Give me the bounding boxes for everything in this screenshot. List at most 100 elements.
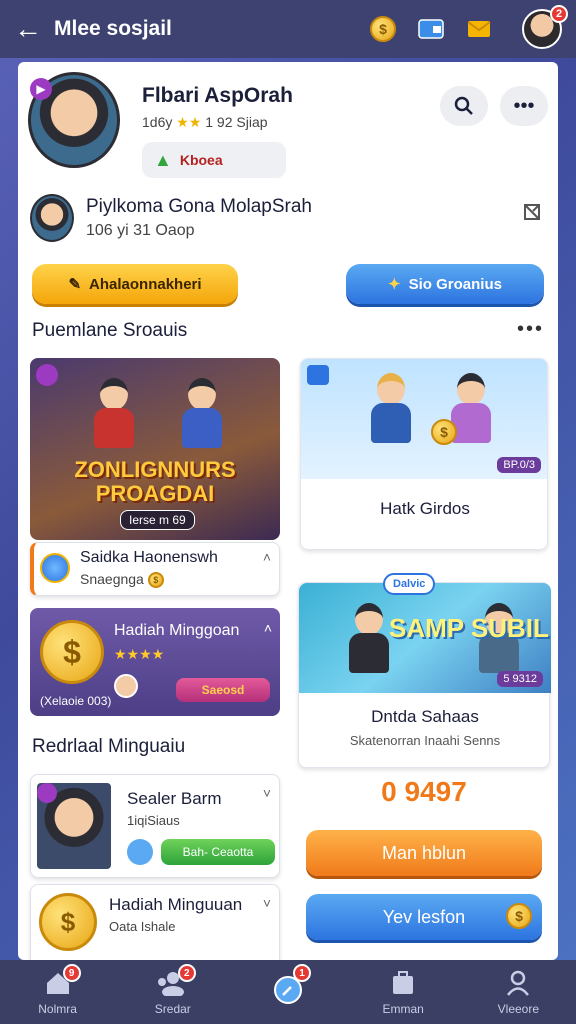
list-item-subtitle: Snaegnga $ [80, 571, 164, 589]
list-item[interactable]: Saidka Haonenswh Snaegnga $ ˄ [30, 542, 280, 596]
profile-stats: 1d6y ★★ 1 92 Sjiap [142, 114, 268, 131]
chevron-up-icon[interactable]: ˄ [263, 549, 271, 565]
tv-icon [307, 365, 329, 385]
profile-stats-text: 1d6y [142, 114, 173, 130]
profile-stats-tail: 1 92 Sjiap [205, 114, 268, 130]
showcase-stamp: SAMP SUBIL [389, 613, 549, 643]
link-icon: ✎ [68, 276, 82, 293]
coin-icon: $ [39, 893, 97, 951]
coin-icon[interactable]: $ [368, 14, 398, 44]
secondary-action-label: Sio Groanius [408, 275, 502, 293]
bookmark-icon[interactable] [522, 202, 542, 228]
profile-header: ▶ Flbari AspOrah 1d6y ★★ 1 92 Sjiap ▲ Kb… [28, 72, 548, 182]
list-item-title: Sealer Barm [127, 789, 222, 808]
mail-icon[interactable] [464, 14, 494, 44]
shop-icon [390, 968, 416, 998]
list-item[interactable]: Sealer Barm 1iqiSiaus Bah- Ceaotta ˅ [30, 774, 280, 878]
reward-card[interactable]: $ Hadiah Minggoan ★★★★ Saeosd (Xelaoie 0… [30, 608, 280, 716]
page-title: Mlee sosjail [54, 17, 172, 40]
coin-icon: $ [147, 572, 164, 589]
primary-action-button[interactable]: ✎ Ahalaonnakheri [32, 264, 238, 304]
back-arrow-icon[interactable]: ← [14, 13, 54, 45]
list-item-button[interactable]: Bah- Ceaotta [161, 839, 275, 865]
promo-card[interactable]: ZONLIGNNURS PROAGDAI Ierse m 69 [30, 358, 280, 540]
tab-explore[interactable]: 1 [243, 960, 333, 1024]
list-item-subtitle: Oata Ishale [109, 919, 176, 934]
reward-button[interactable]: Saeosd [176, 678, 270, 702]
list-item-subtitle-text: Snaegnga [80, 571, 144, 587]
tab-shop[interactable]: Emman [358, 960, 448, 1024]
promo-pill: Ierse m 69 [120, 510, 195, 530]
primary-action-label: Ahalaonnakheri [89, 275, 202, 293]
tab-badge: 1 [292, 964, 311, 982]
bottom-nav: 9 Nolmra 2 Sredar 1 Emman Vleeore [0, 960, 576, 1024]
chevron-down-icon[interactable]: ˅ [263, 785, 271, 801]
more-horizontal-icon[interactable]: ••• [517, 318, 544, 341]
more-options-button[interactable]: ••• [500, 86, 548, 126]
friend-subtitle: 106 yi 31 Oaop [86, 222, 195, 239]
user-avatar-button[interactable]: 2 [522, 5, 568, 49]
tab-label: Vleeore [497, 1002, 540, 1016]
search-button[interactable] [440, 86, 488, 126]
showcase-subtitle: Skatenorran Inaahi Senns [349, 733, 501, 748]
list-item-subtitle: 1iqiSiaus [127, 813, 180, 828]
game-tag-icon [37, 783, 57, 803]
tab-profile[interactable]: Vleeore [473, 960, 563, 1024]
rating-stars: ★★★★ [114, 646, 165, 662]
list-item-title: Saidka Haonenswh [80, 549, 218, 566]
secondary-action-button[interactable]: ✦ Sio Groanius [346, 264, 544, 304]
badge-icon [127, 839, 153, 865]
profile-name: Flbari AspOrah [142, 84, 293, 107]
character-figure [451, 373, 491, 443]
star-icon: ★★ [176, 114, 202, 130]
main-panel: ▶ Flbari AspOrah 1d6y ★★ 1 92 Sjiap ▲ Kb… [18, 62, 558, 970]
character-figure [94, 378, 134, 448]
blue-action-button[interactable]: Yev lesfon $ [306, 894, 542, 940]
tab-badge: 9 [62, 964, 81, 982]
friend-row[interactable]: Piylkoma Gona MolapSrah 106 yi 31 Oaop [30, 190, 546, 246]
wallet-icon[interactable] [416, 14, 446, 44]
orange-action-button[interactable]: Man hblun [306, 830, 542, 876]
game-tag-icon [36, 364, 58, 386]
list-item[interactable]: $ Hadiah Minguuan Oata Ishale ˅ [30, 884, 280, 970]
sparkle-icon: ✦ [388, 276, 401, 293]
tab-label: Nolmra [38, 1002, 77, 1016]
store-label: Hatk Girdos [380, 499, 470, 518]
character-figure [349, 603, 389, 673]
store-price: BP.0/3 [497, 457, 541, 473]
friend-name: Piylkoma Gona MolapSrah [86, 196, 312, 217]
search-icon [454, 96, 473, 115]
notification-badge: 2 [550, 5, 568, 23]
chevron-down-icon[interactable]: ˅ [263, 895, 271, 911]
blue-action-label: Yev lesfon [382, 906, 466, 927]
character-figure [371, 373, 411, 443]
friend-avatar [30, 194, 74, 242]
game-tag-icon: ▶ [30, 78, 52, 100]
score-value: 0 9497 [381, 776, 467, 807]
tab-social[interactable]: 2 Sredar [128, 960, 218, 1024]
person-icon [506, 968, 530, 998]
top-bar: ← Mlee sosjail $ 2 [0, 0, 576, 58]
section-title-popular: Puemlane Sroauis [32, 320, 188, 341]
showcase-price: 5 9312 [497, 671, 543, 687]
section-title-weekly: Redrlaal Minguaiu [32, 736, 186, 757]
tab-label: Sredar [154, 1002, 191, 1016]
showcase-card[interactable]: SAMP SUBIL Dalvic 5 9312 Dntda Sahaas Sk… [298, 573, 551, 768]
tab-badge: 2 [177, 964, 196, 982]
store-card[interactable]: $ BP.0/3 Hatk Girdos [300, 358, 548, 550]
tab-label: Emman [382, 1002, 424, 1016]
level-text: Kboea [179, 152, 223, 168]
promo-banner: ZONLIGNNURS PROAGDAI [74, 457, 236, 506]
chevron-up-icon[interactable]: ˄ [264, 620, 272, 636]
coin-icon: $ [506, 903, 532, 929]
character-figure [182, 378, 222, 448]
reward-title: Hadiah Minggoan [114, 622, 240, 639]
tab-home[interactable]: 9 Nolmra [13, 960, 103, 1024]
level-pill[interactable]: ▲ Kboea [142, 142, 286, 178]
avatar [114, 674, 138, 698]
info-icon [40, 553, 70, 583]
showcase-title: Dntda Sahaas [371, 707, 479, 726]
coin-icon: $ [40, 620, 104, 684]
showcase-pin: Dalvic [383, 573, 436, 595]
coin-icon: $ [431, 419, 457, 445]
